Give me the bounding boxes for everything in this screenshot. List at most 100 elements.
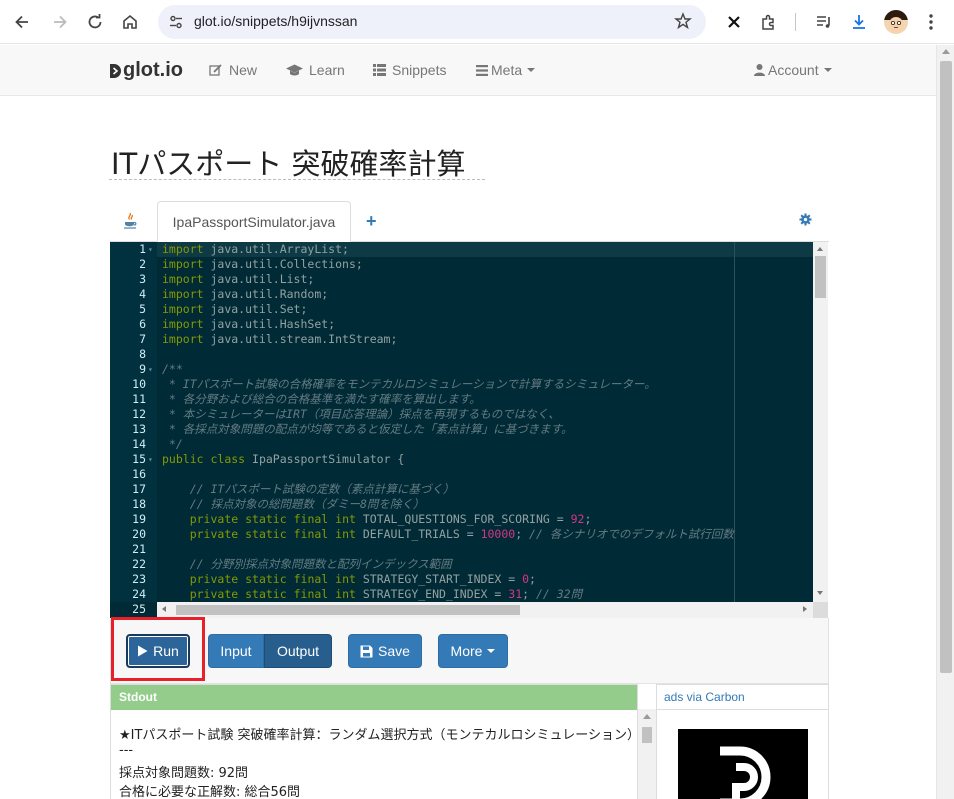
browser-toolbar: glot.io/snippets/h9ijvnssan: [0, 0, 954, 44]
bookmark-star-icon[interactable]: [674, 12, 692, 30]
stdout-body: ★ITパスポート試験 突破確率計算：ランダム選択方式（モンテカルロシミュレーショ…: [111, 710, 637, 799]
user-icon: [754, 64, 765, 76]
menu-icon: [476, 64, 488, 76]
nav-meta-dropdown[interactable]: Meta: [476, 62, 536, 78]
reload-button[interactable]: [83, 10, 107, 34]
site-settings-icon: [170, 15, 182, 29]
more-label: More: [450, 643, 483, 659]
line-number: 23: [132, 572, 146, 586]
code-line: 1 ▾ import java.util.ArrayList;: [110, 242, 813, 257]
home-icon: [123, 14, 137, 29]
page-scroll-thumb[interactable]: [940, 61, 952, 673]
code-line: 15 ▾ public class IpaPassportSimulator {: [110, 452, 813, 467]
editor-horizontal-scrollbar[interactable]: [157, 602, 813, 618]
line-number: 4: [139, 287, 146, 301]
stdout-line: 合格に必要な正解数: 総合56問: [119, 785, 301, 799]
line-number: 25: [132, 602, 146, 616]
add-file-plus-icon[interactable]: +: [366, 211, 377, 232]
code-text: * 各採点対象問題の配点が均等であると仮定した「素点計算」に基づきます。: [162, 422, 573, 436]
browser-menu-icon[interactable]: [919, 10, 943, 34]
code-text: private static final int STRATEGY_START_…: [189, 572, 536, 586]
stdout-panel: Stdout ★ITパスポート試験 突破確率計算：ランダム選択方式（モンテカルロ…: [110, 684, 638, 799]
code-text: * ITパスポート試験の合格確率をモンテカルロシミュレーションで計算するシミュレ…: [162, 377, 656, 391]
ads-header-link[interactable]: ads via Carbon: [657, 685, 828, 710]
editor-toolbar: Run Input Output Save More: [110, 618, 829, 684]
home-button[interactable]: [118, 10, 142, 34]
arrow-left-icon: [15, 15, 28, 29]
stdout-header: Stdout: [111, 685, 637, 710]
fold-arrow-icon[interactable]: ▾: [148, 242, 153, 257]
line-number: 22: [132, 557, 146, 571]
stdout-scrollbar[interactable]: [638, 709, 656, 799]
file-tabs: IpaPassportSimulator.java +: [110, 201, 829, 242]
code-line: 8: [110, 347, 813, 362]
line-number: 24: [132, 587, 146, 601]
run-highlight-box: [111, 617, 205, 681]
line-number: 16: [132, 467, 146, 481]
code-line: 16: [110, 467, 813, 482]
code-line: 10 * ITパスポート試験の合格確率をモンテカルロシミュレーションで計算するシ…: [110, 377, 813, 392]
input-label: Input: [220, 643, 252, 659]
more-dropdown-button[interactable]: More: [438, 634, 508, 668]
tab-file-label: IpaPassportSimulator.java: [172, 213, 336, 230]
code-line: 24 private static final int STRATEGY_END…: [110, 587, 813, 602]
forward-button[interactable]: [48, 10, 72, 34]
nav-account-label: Account: [768, 62, 819, 78]
code-text: private static final int DEFAULT_TRIALS …: [189, 527, 734, 541]
settings-gear-icon[interactable]: [799, 213, 812, 231]
glot-logo-icon: [110, 63, 121, 78]
floppy-disk-icon: [360, 645, 373, 657]
output-label: Output: [276, 643, 320, 659]
nav-snippets[interactable]: Snippets: [373, 62, 446, 78]
code-line: 12 * 本シミュレーターはIRT（項目応答理論）採点を再現するものではなく、: [110, 407, 813, 422]
code-text: import java.util.ArrayList;: [162, 242, 349, 256]
code-text: // 採点対象の総問題数（ダミー8問を除く）: [189, 497, 425, 511]
extensions-puzzle-icon[interactable]: [757, 10, 781, 34]
download-icon[interactable]: [847, 10, 871, 34]
line-number: 2: [139, 257, 146, 271]
code-line: 17 // ITパスポート試験の定数（素点計算に基づく）: [110, 482, 813, 497]
save-button[interactable]: Save: [348, 634, 422, 668]
tab-ipa-passport-simulator[interactable]: IpaPassportSimulator.java: [157, 201, 351, 242]
code-line: 7 import java.util.stream.IntStream;: [110, 332, 813, 347]
toolbar-separator: [795, 13, 796, 31]
output-toggle-button[interactable]: Output: [264, 634, 332, 668]
line-number: 5: [139, 302, 146, 316]
graduation-cap-icon: [286, 64, 303, 75]
media-playlist-icon[interactable]: [812, 10, 836, 34]
ad-image[interactable]: [678, 729, 808, 799]
line-number: 10: [132, 377, 146, 391]
line-number: 13: [132, 422, 146, 436]
code-editor[interactable]: 1 ▾ import java.util.ArrayList; 2 import jav…: [110, 242, 828, 618]
nav-learn[interactable]: Learn: [286, 62, 345, 78]
line-number: 14: [132, 437, 146, 451]
nav-new[interactable]: New: [209, 62, 257, 78]
code-line: 6 import java.util.HashSet;: [110, 317, 813, 332]
brand-logo[interactable]: glot.io: [109, 59, 183, 82]
editor-vertical-scrollbar[interactable]: [813, 242, 828, 602]
nav-snippets-label: Snippets: [392, 62, 447, 78]
fold-arrow-icon[interactable]: ▾: [148, 452, 153, 467]
stdout-line: ---: [119, 743, 134, 758]
scroll-up-arrow[interactable]: [942, 49, 950, 54]
code-text: * 本シミュレーターはIRT（項目応答理論）採点を再現するものではなく、: [162, 407, 560, 421]
scrollbar-corner: [813, 602, 828, 618]
line-number: 9: [139, 362, 146, 376]
input-toggle-button[interactable]: Input: [208, 634, 264, 668]
page-scrollbar[interactable]: [936, 45, 954, 799]
snippet-title[interactable]: ITパスポート 突破確率計算: [111, 141, 466, 183]
url-text: glot.io/snippets/h9ijvnssan: [194, 13, 358, 29]
extension-x-icon[interactable]: [722, 10, 746, 34]
code-text: import java.util.Set;: [162, 302, 308, 316]
code-text: private static final int STRATEGY_END_IN…: [189, 587, 583, 601]
address-bar[interactable]: glot.io/snippets/h9ijvnssan: [158, 5, 706, 39]
back-button[interactable]: [10, 10, 34, 34]
code-text: */: [162, 437, 183, 451]
list-icon: [373, 64, 386, 76]
code-line: 5 import java.util.Set;: [110, 302, 813, 317]
nav-learn-label: Learn: [309, 62, 345, 78]
fold-arrow-icon[interactable]: ▾: [148, 362, 153, 377]
nav-account-dropdown[interactable]: Account: [754, 62, 832, 78]
profile-avatar[interactable]: [884, 10, 908, 34]
line-number: 12: [132, 407, 146, 421]
